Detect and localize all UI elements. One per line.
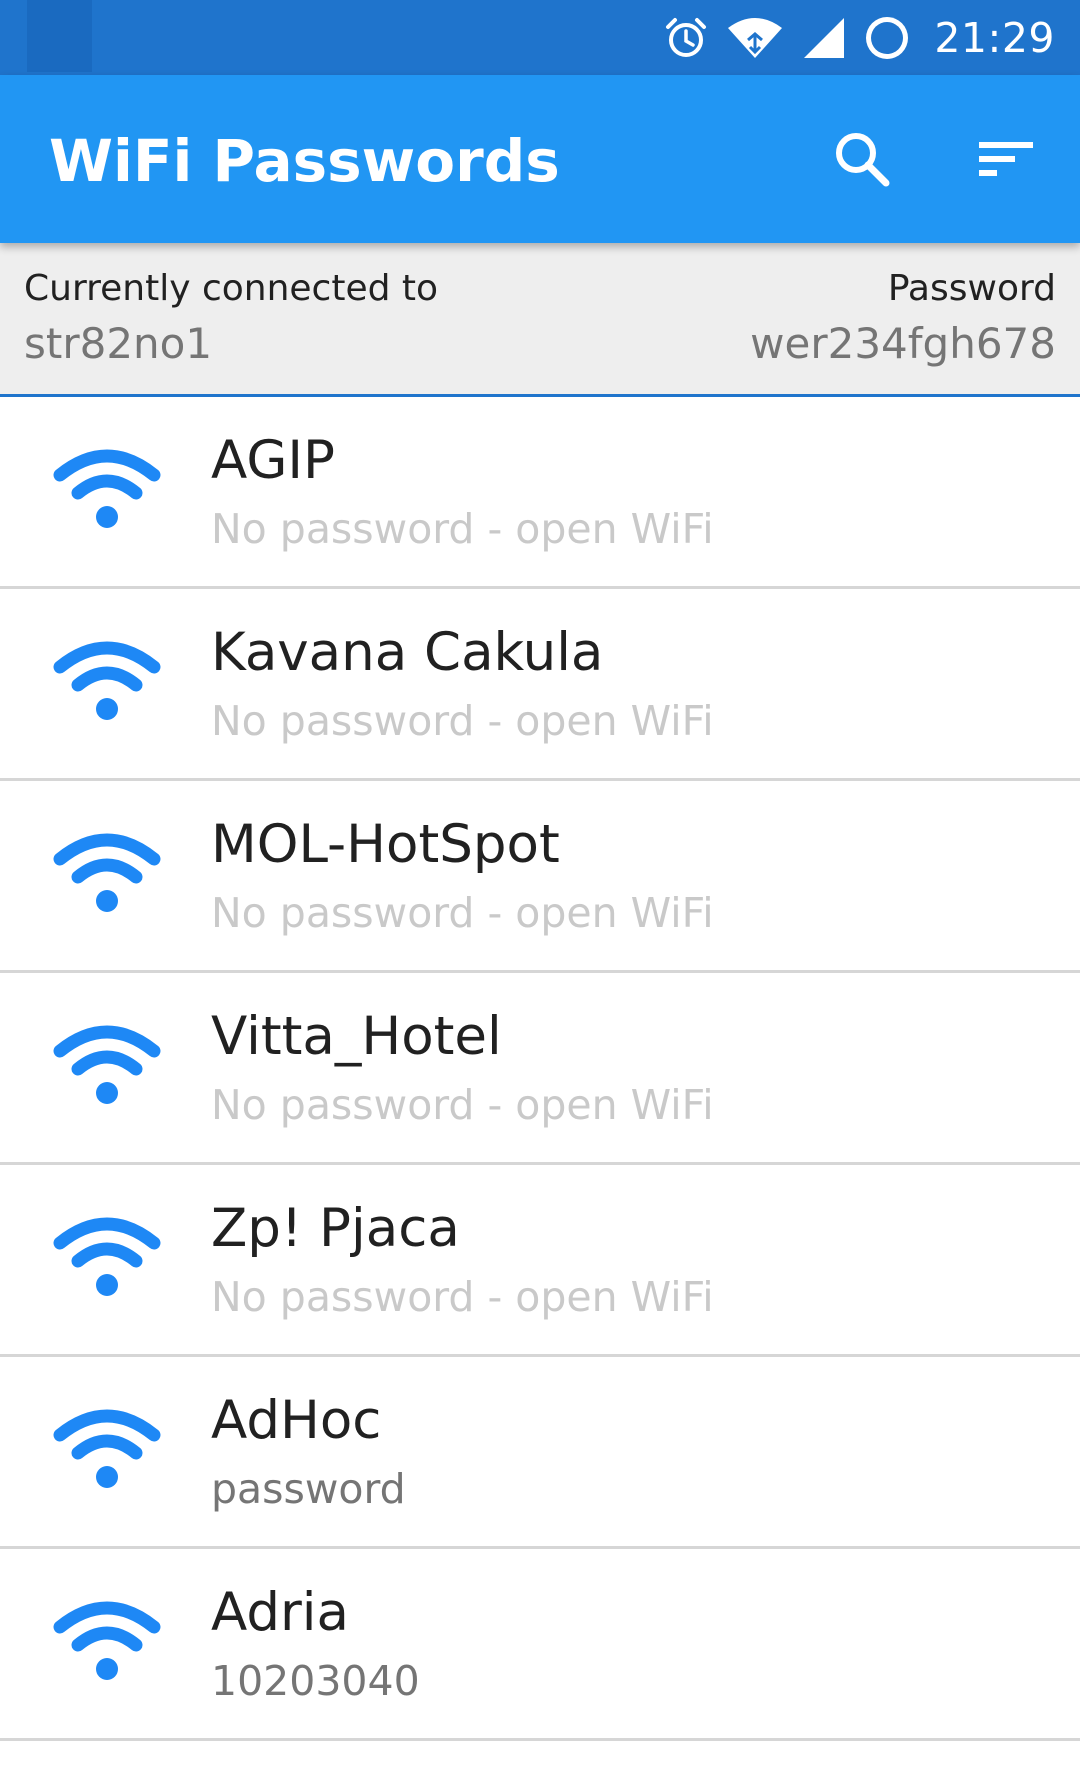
list-item[interactable]: AdHoc password	[0, 1357, 1080, 1549]
network-name: Zp! Pjaca	[211, 1198, 460, 1259]
wifi-signal-icon	[728, 17, 783, 58]
password-label: Password	[887, 268, 1056, 309]
wifi-icon	[53, 833, 161, 912]
wifi-icon	[53, 641, 161, 720]
connected-password: Password wer234fgh678	[750, 269, 1056, 367]
list-item[interactable]: MOL-HotSpot No password - open WiFi	[0, 781, 1080, 973]
network-name: AdHoc	[211, 1390, 382, 1451]
status-icons: 21:29	[664, 0, 1055, 75]
search-icon	[836, 133, 890, 187]
network-name: AGIP	[211, 430, 335, 491]
connected-network: Currently connected to str82no1	[24, 269, 438, 367]
network-password: No password - open WiFi	[211, 1273, 714, 1321]
connected-password-value: wer234fgh678	[750, 319, 1056, 368]
search-button[interactable]	[820, 117, 904, 201]
network-name: Kavana Cakula	[211, 622, 604, 683]
connected-network-name: str82no1	[24, 319, 213, 368]
network-password: password	[211, 1465, 406, 1513]
network-password: 10203040	[211, 1657, 420, 1705]
wifi-icon	[53, 1217, 161, 1296]
connected-label: Currently connected to	[24, 268, 439, 309]
network-password: No password - open WiFi	[211, 1081, 714, 1129]
wifi-icon	[53, 1601, 161, 1680]
network-password: No password - open WiFi	[211, 697, 714, 745]
network-name: Adria	[211, 1582, 349, 1643]
sort-icon	[979, 142, 1033, 176]
alarm-icon	[666, 17, 707, 57]
wifi-icon	[53, 1409, 161, 1488]
page-title: WiFi Passwords	[49, 127, 560, 195]
list-item[interactable]: Adria 10203040	[0, 1549, 1080, 1741]
clock: 21:29	[934, 13, 1055, 62]
sync-badge-icon	[866, 16, 909, 59]
sort-button[interactable]	[965, 117, 1049, 201]
wifi-icon	[53, 1025, 161, 1104]
network-list: AGIP No password - open WiFi Kavana Cakula…	[0, 397, 1080, 1741]
list-item[interactable]: Vitta_Hotel No password - open WiFi	[0, 973, 1080, 1165]
list-item[interactable]: Zp! Pjaca No password - open WiFi	[0, 1165, 1080, 1357]
connection-panel: Currently connected to str82no1 Password…	[0, 243, 1080, 397]
cell-signal-icon	[804, 17, 845, 58]
network-password: No password - open WiFi	[211, 889, 714, 937]
network-name: MOL-HotSpot	[211, 814, 560, 875]
status-bar: 21:29	[0, 0, 1080, 75]
app-bar: WiFi Passwords	[0, 75, 1080, 243]
list-item[interactable]: AGIP No password - open WiFi	[0, 397, 1080, 589]
network-name: Vitta_Hotel	[211, 1006, 502, 1067]
list-item[interactable]: Kavana Cakula No password - open WiFi	[0, 589, 1080, 781]
network-password: No password - open WiFi	[211, 505, 714, 553]
notification-icon	[27, 0, 92, 72]
wifi-icon	[53, 449, 161, 528]
